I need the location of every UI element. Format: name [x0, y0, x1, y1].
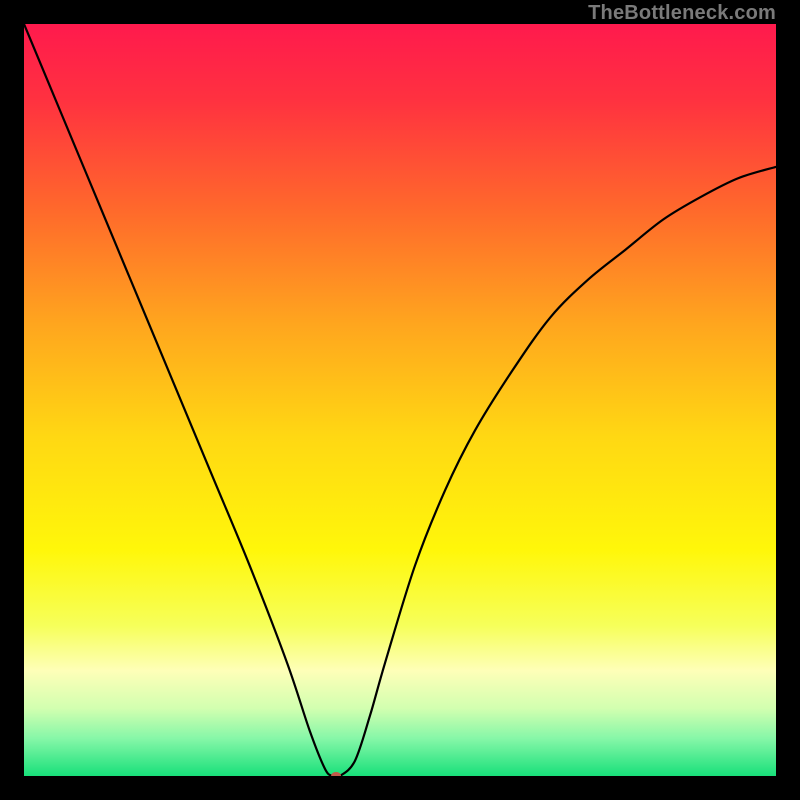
chart-plot-area — [24, 24, 776, 776]
attribution-text: TheBottleneck.com — [588, 2, 776, 25]
chart-svg — [24, 24, 776, 776]
chart-frame: TheBottleneck.com — [0, 0, 800, 800]
gradient-background — [24, 24, 776, 776]
